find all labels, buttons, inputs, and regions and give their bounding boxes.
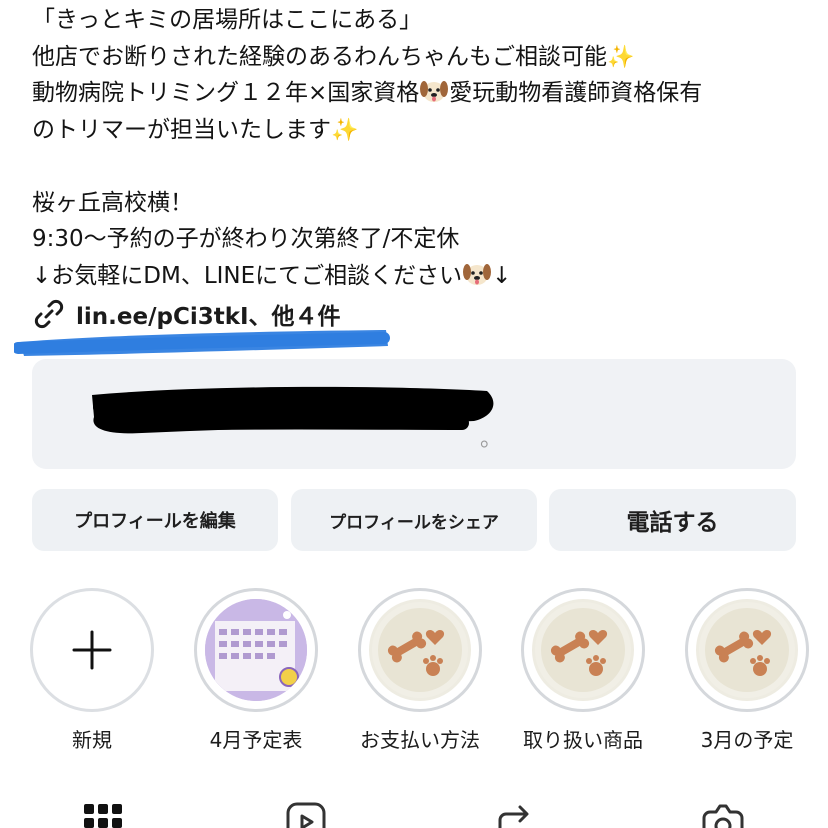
blue-redaction-scribble bbox=[14, 330, 390, 356]
bio-line: 「きっとキミの居場所はここにある」 bbox=[32, 7, 423, 33]
bio-line: 動物病院トリミング１２年×国家資格 愛玩動物看護師資格保有 bbox=[32, 80, 703, 106]
call-button[interactable]: 電話する bbox=[549, 489, 796, 551]
highlight-label: 新規 bbox=[72, 728, 112, 752]
highlight-label: 4月予定表 bbox=[209, 728, 303, 752]
dog-treats-thumbnail bbox=[699, 602, 795, 698]
bio-line: 9:30〜予約の子が終わり次第終了/不定休 bbox=[32, 226, 460, 252]
tagged-icon[interactable] bbox=[700, 802, 744, 828]
new-highlight-button[interactable] bbox=[30, 588, 154, 712]
bio-line: のトリマーが担当いたします✨ bbox=[32, 116, 359, 143]
edit-profile-label: プロフィールを編集 bbox=[74, 511, 236, 532]
reels-icon[interactable] bbox=[286, 802, 326, 828]
sparkles-icon: ✨ bbox=[331, 117, 359, 143]
dog-treats-thumbnail bbox=[372, 602, 468, 698]
highlight-label: お支払い方法 bbox=[360, 728, 480, 752]
highlight-products[interactable] bbox=[521, 588, 645, 712]
profile-bio: 「きっとキミの居場所はここにある」 他店でお断りされた経験のあるわんちゃんもご相… bbox=[32, 2, 822, 294]
dog-face-icon bbox=[420, 81, 449, 102]
repost-icon[interactable] bbox=[496, 802, 536, 828]
profile-tabs bbox=[0, 800, 828, 828]
share-profile-label: プロフィールをシェア bbox=[329, 512, 499, 533]
highlight-label: 3月の予定 bbox=[700, 728, 794, 752]
profile-message-card[interactable]: 。 bbox=[32, 359, 796, 469]
dog-treats-thumbnail bbox=[535, 602, 631, 698]
call-label: 電話する bbox=[626, 510, 719, 536]
highlight-april-schedule[interactable] bbox=[194, 588, 318, 712]
bio-line: ↓お気軽にDM、LINEにてご相談ください ↓ bbox=[32, 262, 512, 289]
highlight-payment-methods[interactable] bbox=[358, 588, 482, 712]
edit-profile-button[interactable]: プロフィールを編集 bbox=[32, 489, 278, 551]
calendar-thumbnail bbox=[205, 599, 307, 701]
black-redaction-scribble bbox=[92, 386, 494, 434]
grid-icon[interactable] bbox=[84, 804, 122, 828]
share-profile-button[interactable]: プロフィールをシェア bbox=[291, 489, 537, 551]
dog-face-icon bbox=[463, 263, 492, 285]
bio-line: 桜ヶ丘高校横！ bbox=[32, 189, 193, 216]
plus-icon bbox=[72, 630, 112, 670]
sparkles-icon: ✨ bbox=[607, 44, 635, 70]
highlight-label: 取り扱い商品 bbox=[523, 728, 643, 752]
bio-line: 他店でお断りされた経験のあるわんちゃんもご相談可能✨ bbox=[32, 43, 635, 70]
highlight-march-schedule[interactable] bbox=[685, 588, 809, 712]
